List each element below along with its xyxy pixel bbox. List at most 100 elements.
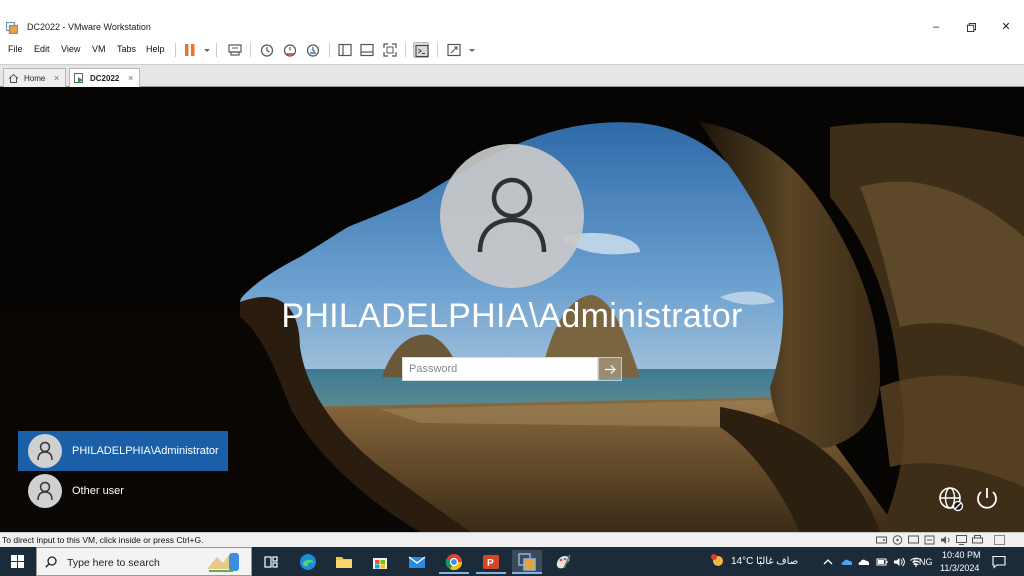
user-tile-avatar (28, 434, 62, 468)
power-icon[interactable] (974, 486, 1000, 512)
menu-edit[interactable]: Edit (34, 44, 50, 54)
chevron-up-icon[interactable] (822, 556, 834, 568)
network-adapter-icon[interactable] (908, 535, 919, 545)
task-view-button[interactable] (256, 550, 286, 574)
display-icon[interactable] (956, 535, 967, 545)
stretch-guest-icon[interactable] (446, 42, 462, 58)
powerpoint-icon: P (483, 555, 499, 569)
window-title: DC2022 - VMware Workstation (27, 22, 151, 32)
console-view-icon[interactable] (413, 42, 429, 58)
user-icon (37, 441, 53, 461)
toolbar-separator (216, 43, 217, 57)
edge-icon (300, 554, 316, 570)
tab-bar: Home × DC2022 × (0, 64, 1024, 88)
menu-file[interactable]: File (8, 44, 23, 54)
tab-dc2022[interactable]: DC2022 × (69, 68, 140, 88)
user-icon (37, 481, 53, 501)
user-tile-other-user[interactable]: Other user (18, 471, 228, 511)
onedrive-icon[interactable] (841, 556, 853, 568)
tab-dc2022-close-icon[interactable]: × (128, 73, 133, 83)
snapshot-manager-icon[interactable] (305, 42, 321, 58)
menu-view[interactable]: View (61, 44, 80, 54)
toolbar-separator (329, 43, 330, 57)
stretch-dropdown-icon[interactable] (464, 42, 475, 58)
toolbar-separator (405, 43, 406, 57)
user-icon (477, 177, 547, 253)
start-button[interactable] (0, 547, 36, 576)
tab-home-close-icon[interactable]: × (54, 73, 59, 83)
taskbar-paint[interactable] (548, 550, 578, 574)
sound-card-icon[interactable] (940, 535, 951, 545)
search-icon (45, 556, 57, 568)
user-tile-avatar (28, 474, 62, 508)
windows-taskbar: Type here to search P 14°C صاف غالبًا EN… (0, 547, 1024, 576)
battery-icon[interactable] (876, 556, 888, 568)
printer-icon[interactable] (972, 535, 983, 545)
weather-icon[interactable] (709, 553, 725, 569)
status-bar: To direct input to this VM, click inside… (0, 532, 1024, 547)
network-icon[interactable] (938, 486, 964, 512)
close-button[interactable]: ✕ (998, 20, 1014, 34)
tab-dc2022-label: DC2022 (90, 74, 120, 83)
menu-vm[interactable]: VM (92, 44, 106, 54)
toolbar-separator (175, 43, 176, 57)
message-log-icon[interactable] (994, 535, 1005, 545)
chrome-icon (445, 554, 463, 571)
hard-disk-icon[interactable] (876, 535, 887, 545)
vm-console[interactable]: PHILADELPHIA\Administrator PHILADELPHIA\… (0, 87, 1024, 532)
cloud-sync-icon[interactable] (858, 556, 870, 568)
task-view-icon (264, 556, 278, 568)
usb-icon[interactable] (924, 535, 935, 545)
home-icon (8, 73, 19, 84)
minimize-button[interactable]: – (928, 20, 944, 34)
svg-text:P: P (487, 558, 494, 569)
tab-home[interactable]: Home × (3, 68, 66, 88)
user-avatar (440, 144, 584, 288)
store-icon (373, 558, 387, 569)
search-placeholder: Type here to search (67, 557, 160, 569)
revert-snapshot-icon[interactable] (282, 42, 298, 58)
user-tile-administrator[interactable]: PHILADELPHIA\Administrator (18, 431, 228, 471)
title-bar: DC2022 - VMware Workstation – ✕ (0, 0, 1024, 38)
tab-home-label: Home (24, 74, 46, 83)
taskbar-vmware[interactable] (512, 550, 542, 574)
search-highlight-icon (207, 553, 239, 572)
clock-date[interactable]: 11/3/2024 (940, 563, 979, 573)
weather-text[interactable]: 14°C صاف غالبًا (731, 556, 798, 567)
toolbar-separator (437, 43, 438, 57)
menu-toolbar: File Edit View VM Tabs Help (0, 38, 1024, 62)
pause-dropdown-icon[interactable] (199, 42, 210, 58)
clock-time[interactable]: 10:40 PM (942, 550, 981, 560)
send-ctrl-alt-del-icon[interactable] (227, 42, 243, 58)
snapshot-icon[interactable] (259, 42, 275, 58)
volume-icon[interactable] (893, 556, 905, 568)
arrow-right-icon (605, 365, 616, 374)
password-input[interactable] (402, 357, 598, 381)
thumbnail-bar-icon[interactable] (359, 42, 375, 58)
mail-icon (408, 556, 426, 568)
taskbar-chrome[interactable] (439, 550, 469, 574)
restore-button[interactable] (963, 20, 979, 34)
menu-tabs[interactable]: Tabs (117, 44, 136, 54)
windows-logo-icon (11, 555, 24, 568)
taskbar-mail[interactable] (402, 550, 432, 574)
full-screen-icon[interactable] (382, 42, 398, 58)
cd-dvd-icon[interactable] (892, 535, 903, 545)
folder-icon (336, 557, 352, 568)
notification-icon[interactable] (992, 555, 1006, 569)
submit-button[interactable] (598, 357, 622, 381)
menu-help[interactable]: Help (146, 44, 165, 54)
taskbar-store[interactable] (365, 550, 395, 574)
taskbar-edge[interactable] (293, 550, 323, 574)
language-indicator[interactable]: ENG (913, 557, 933, 567)
lockscreen-username: PHILADELPHIA\Administrator (281, 297, 743, 335)
user-tile-label: PHILADELPHIA\Administrator (72, 445, 219, 457)
taskbar-powerpoint[interactable]: P (476, 550, 506, 574)
vmware-icon (518, 553, 536, 571)
toolbar-separator (250, 43, 251, 57)
vmware-app-icon (5, 21, 19, 35)
taskbar-file-explorer[interactable] (329, 550, 359, 574)
show-library-icon[interactable] (337, 42, 353, 58)
pause-icon[interactable] (182, 42, 198, 58)
taskbar-search[interactable]: Type here to search (36, 547, 252, 576)
